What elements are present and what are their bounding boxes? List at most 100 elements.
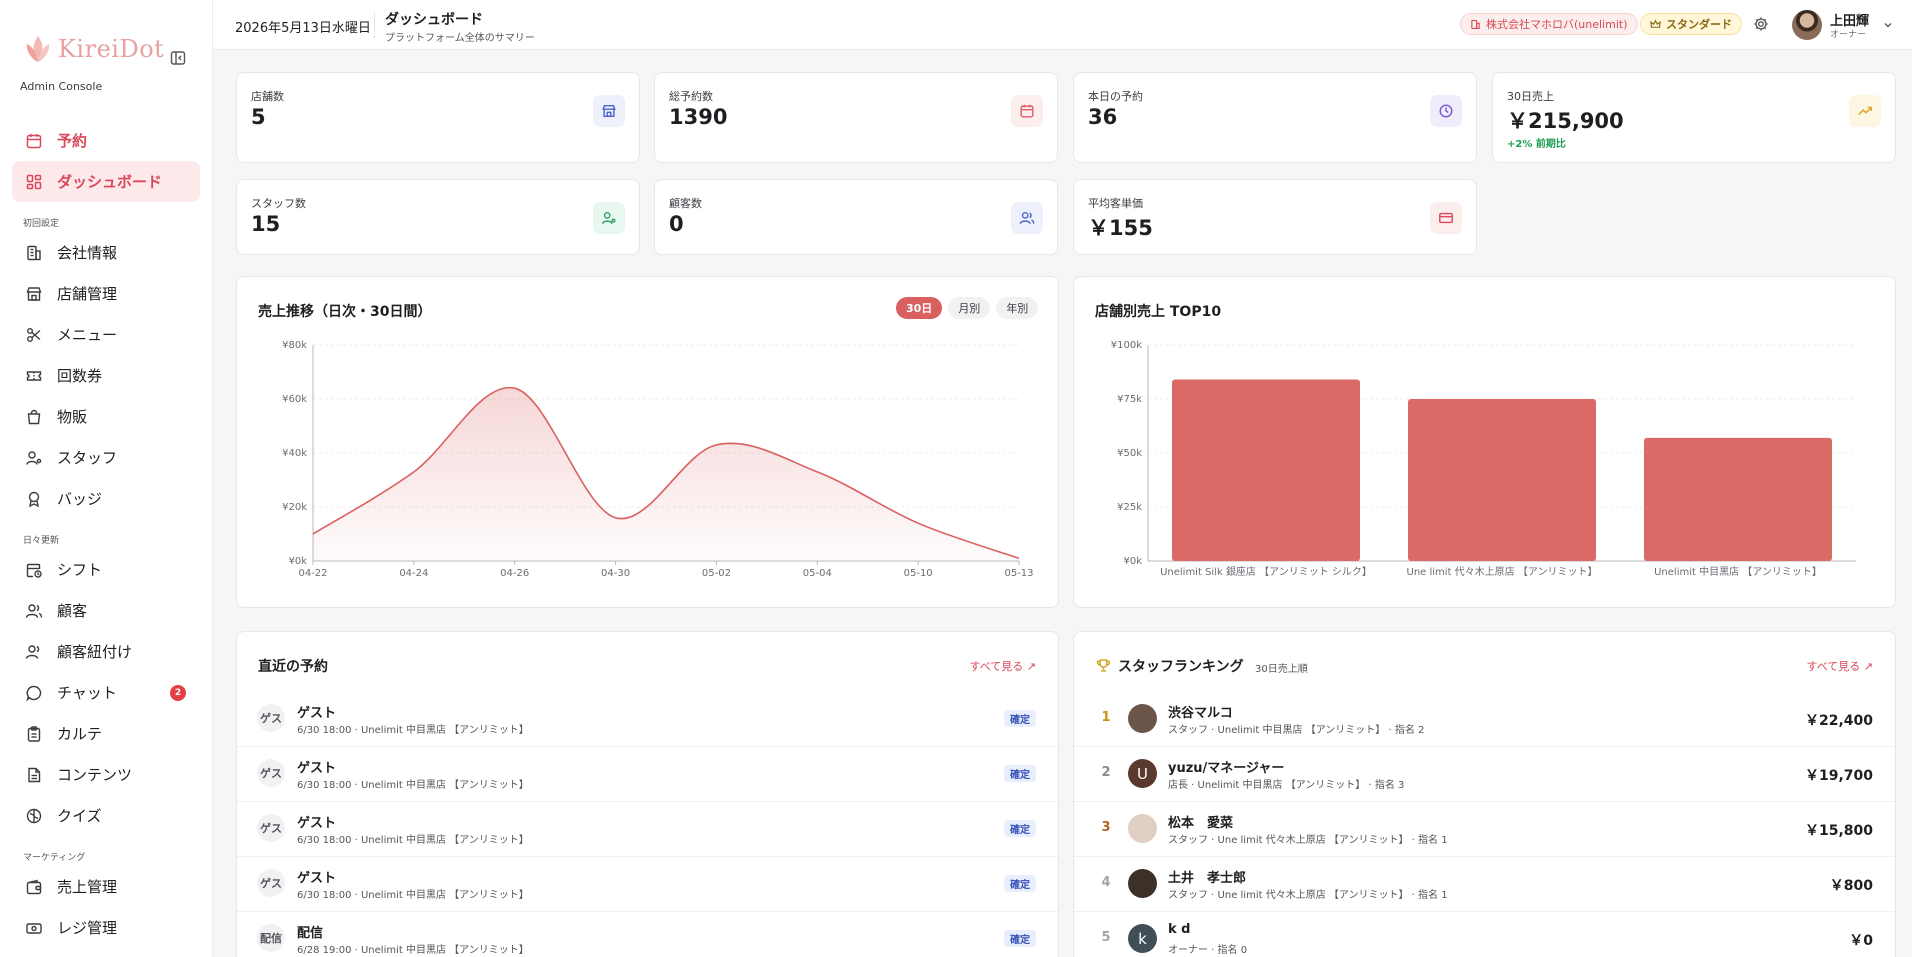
chat-unread-badge: 2 <box>170 685 186 701</box>
ranking-subtitle: 30日売上順 <box>1255 664 1308 675</box>
stat-card: 総予約数 1390 <box>654 72 1058 163</box>
tab-monthly[interactable]: 月別 <box>948 297 991 319</box>
staff-sales-amount: ￥0 <box>1849 933 1873 949</box>
reservation-name: ゲスト <box>297 816 337 831</box>
rank-number: 3 <box>1101 820 1111 835</box>
reservation-row[interactable]: ゲス ゲスト 6/30 18:00 · Unelimit 中目黒店 【アンリミット】… <box>237 692 1058 747</box>
store-sales-bar <box>1172 379 1360 561</box>
tab-yearly[interactable]: 年別 <box>996 297 1039 319</box>
sidebar-item-label: チャット <box>57 684 117 702</box>
reservation-meta: 6/30 18:00 · Unelimit 中目黒店 【アンリミット】 <box>297 835 529 846</box>
sidebar-item-customers[interactable]: 顧客 <box>12 590 200 631</box>
ranking-row[interactable]: 5 k k d オーナー · 指名 0 ￥0 <box>1074 912 1895 957</box>
stat-label: 30日売上 <box>1507 90 1554 103</box>
rank-number: 1 <box>1101 710 1111 725</box>
stat-value: 36 <box>1088 105 1118 129</box>
y-tick-label: ¥75k <box>1117 394 1142 405</box>
brand[interactable]: KireiDot <box>24 32 164 66</box>
sidebar-item-tickets[interactable]: 回数券 <box>12 355 200 396</box>
reservation-row[interactable]: 配信 配信 6/28 19:00 · Unelimit 中目黒店 【アンリミット】 確… <box>237 912 1058 957</box>
trophy-icon <box>1096 659 1111 672</box>
sidebar-item-shifts[interactable]: シフト <box>12 549 200 590</box>
staff-sales-amount: ￥22,400 <box>1804 713 1873 729</box>
brand-name: KireiDot <box>58 35 165 63</box>
sidebar-item-stores[interactable]: 店舗管理 <box>12 273 200 314</box>
reservation-row[interactable]: ゲス ゲスト 6/30 18:00 · Unelimit 中目黒店 【アンリミット】… <box>237 802 1058 857</box>
stat-value: 15 <box>251 212 281 236</box>
top-header: 2026年5月13日水曜日 ダッシュボード プラットフォーム全体のサマリー 株式… <box>213 0 1912 50</box>
calendar-clock-icon <box>26 563 42 578</box>
status-badge: 確定 <box>1004 710 1036 727</box>
sidebar-item-quiz[interactable]: クイズ <box>12 795 200 836</box>
sidebar-item-customer-link[interactable]: 顧客紐付け <box>12 631 200 672</box>
sidebar-item-label: カルテ <box>57 725 103 743</box>
user-avatar[interactable] <box>1792 10 1822 40</box>
x-tick-label: 05-04 <box>803 568 832 579</box>
reservation-row[interactable]: ゲス ゲスト 6/30 18:00 · Unelimit 中目黒店 【アンリミット】… <box>237 857 1058 912</box>
avatar <box>1128 869 1157 898</box>
sidebar-item-contents[interactable]: コンテンツ <box>12 754 200 795</box>
current-date: 2026年5月13日水曜日 <box>235 21 371 36</box>
sidebar-item-label: 回数券 <box>57 367 103 385</box>
y-tick-label: ¥50k <box>1117 448 1142 459</box>
sidebar: KireiDot Admin Console 予約 ダッシュボード 初回設定 会… <box>0 0 213 957</box>
brain-icon <box>26 808 42 823</box>
sidebar-nav: 予約 ダッシュボード 初回設定 会社情報 店舗管理 メニュー 回数券 物販 スタ… <box>12 120 200 948</box>
sidebar-item-retail[interactable]: 物販 <box>12 396 200 437</box>
ranking-row[interactable]: 1 渋谷マルコ スタッフ · Unelimit 中目黒店 【アンリミット】 · 指名… <box>1074 692 1895 747</box>
sidebar-item-menu[interactable]: メニュー <box>12 314 200 355</box>
company-name: 株式会社マホロバ(unelimit) <box>1486 18 1628 31</box>
trend-up-icon <box>1849 95 1881 127</box>
staff-sales-amount: ￥15,800 <box>1804 823 1873 839</box>
nav-section-title: マーケティング <box>23 853 86 863</box>
ranking-row[interactable]: 3 松本 愛菜 スタッフ · Une limit 代々木上原店 【アンリミット】 ·… <box>1074 802 1895 857</box>
avatar: ゲス <box>257 704 285 732</box>
sales-trend-chart: ¥0k ¥20k ¥40k ¥60k ¥80k 04-22 04-24 04-26 04-30 0… <box>282 340 1033 579</box>
chevron-down-icon[interactable] <box>1882 19 1894 31</box>
stat-value: 0 <box>669 212 684 236</box>
tab-30days[interactable]: 30日 <box>896 297 943 319</box>
store-icon <box>26 286 42 301</box>
nav-section-title: 日々更新 <box>23 536 60 546</box>
sidebar-item-company[interactable]: 会社情報 <box>12 232 200 273</box>
reservation-row[interactable]: ゲス ゲスト 6/30 18:00 · Unelimit 中目黒店 【アンリミット】… <box>237 747 1058 802</box>
stat-label: 顧客数 <box>669 197 702 210</box>
chat-icon <box>26 685 42 702</box>
cash-icon <box>26 922 42 934</box>
avatar: ゲス <box>257 814 285 842</box>
sidebar-item-reservations[interactable]: 予約 <box>12 120 200 161</box>
company-switcher[interactable]: 株式会社マホロバ(unelimit) <box>1460 13 1638 35</box>
sidebar-item-chat[interactable]: チャット 2 <box>12 672 200 713</box>
reservation-meta: 6/30 18:00 · Unelimit 中目黒店 【アンリミット】 <box>297 890 529 901</box>
gear-icon[interactable] <box>1753 16 1769 32</box>
stat-card: 本日の予約 36 <box>1073 72 1477 163</box>
plan-badge[interactable]: スタンダード <box>1640 13 1742 35</box>
staff-sales-amount: ￥19,700 <box>1804 768 1873 784</box>
sidebar-item-register[interactable]: レジ管理 <box>12 907 200 948</box>
calendar-icon <box>1011 95 1043 127</box>
staff-meta: 店長 · Unelimit 中目黒店 【アンリミット】 · 指名 3 <box>1168 780 1405 791</box>
sidebar-item-sales[interactable]: 売上管理 <box>12 866 200 907</box>
avatar <box>1128 814 1157 843</box>
recent-title: 直近の予約 <box>258 659 328 675</box>
staff-meta: スタッフ · Unelimit 中目黒店 【アンリミット】 · 指名 2 <box>1168 725 1425 736</box>
ranking-see-all-link[interactable]: すべて見る ↗ <box>1806 658 1873 674</box>
recent-see-all-link[interactable]: すべて見る ↗ <box>969 658 1036 674</box>
page-subtitle: プラットフォーム全体のサマリー <box>385 33 535 44</box>
x-tick-label: 05-10 <box>904 568 933 579</box>
ranking-row[interactable]: 2 Uyuzu/マネージャー 店長 · Unelimit 中目黒店 【アンリミット】… <box>1074 747 1895 802</box>
ranking-row[interactable]: 4 土井 孝士郎 スタッフ · Une limit 代々木上原店 【アンリミット】 … <box>1074 857 1895 912</box>
sidebar-collapse-icon[interactable] <box>170 50 186 66</box>
staff-name: yuzu/マネージャー <box>1168 761 1285 776</box>
sidebar-item-staff[interactable]: スタッフ <box>12 437 200 478</box>
ranking-title: スタッフランキング <box>1118 659 1244 675</box>
sales-trend-title: 売上推移（日次・30日間） <box>258 304 432 320</box>
sidebar-item-label: レジ管理 <box>57 919 118 937</box>
status-badge: 確定 <box>1004 820 1036 837</box>
sidebar-item-karte[interactable]: カルテ <box>12 713 200 754</box>
sidebar-item-badges[interactable]: バッジ <box>12 478 200 519</box>
reservation-meta: 6/28 19:00 · Unelimit 中目黒店 【アンリミット】 <box>297 945 529 956</box>
sidebar-item-dashboard[interactable]: ダッシュボード <box>12 161 200 202</box>
rank-number: 5 <box>1101 930 1111 945</box>
reservation-meta: 6/30 18:00 · Unelimit 中目黒店 【アンリミット】 <box>297 725 529 736</box>
